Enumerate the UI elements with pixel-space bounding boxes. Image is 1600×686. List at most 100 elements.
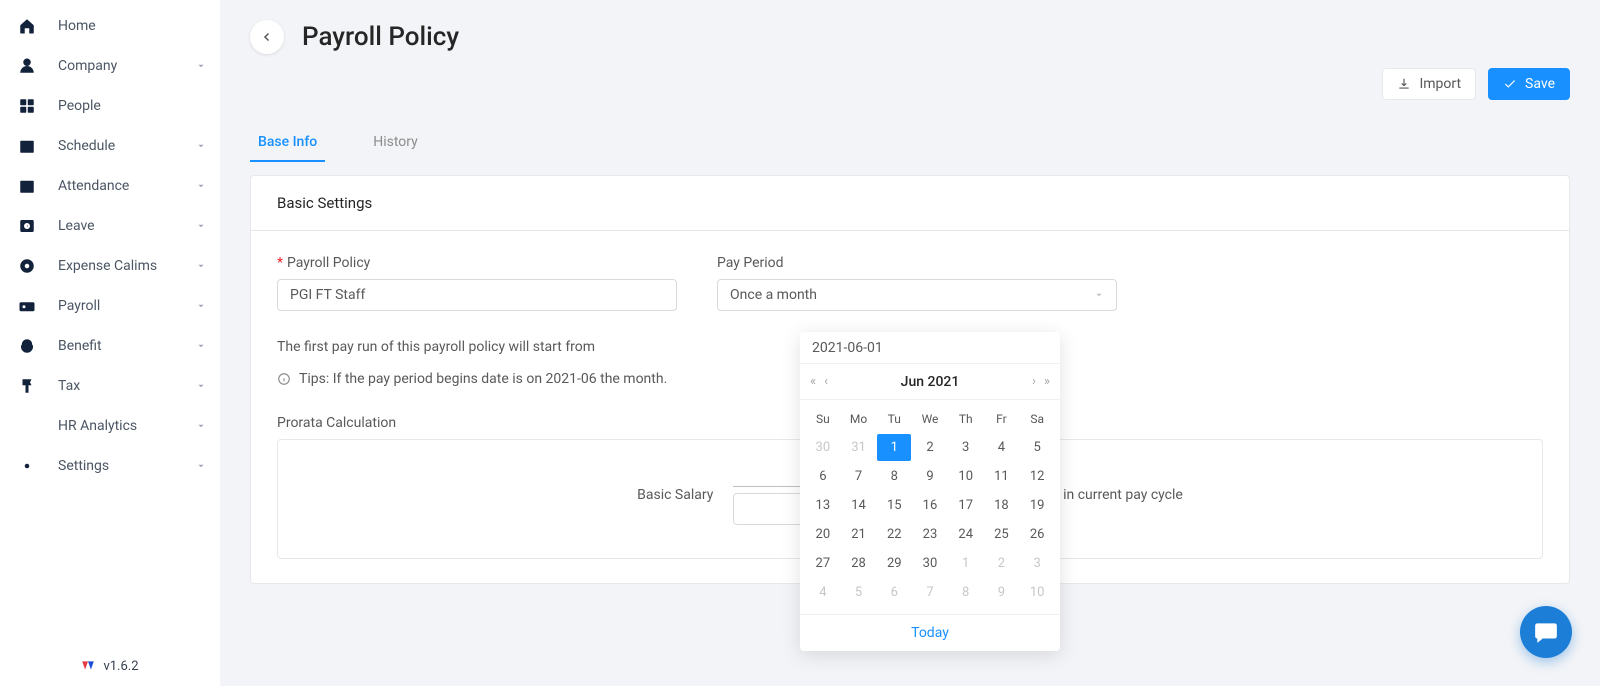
dp-day[interactable]: 6 (806, 463, 840, 490)
page-title: Payroll Policy (302, 22, 459, 52)
dp-day[interactable]: 8 (877, 463, 911, 490)
expense-icon (18, 257, 36, 275)
sidebar-item-leave[interactable]: Leave (0, 206, 220, 246)
dp-today-link[interactable]: Today (911, 625, 949, 641)
dp-day[interactable]: 4 (985, 434, 1019, 461)
back-button[interactable] (250, 20, 284, 54)
dp-next-month[interactable]: › (1032, 374, 1036, 389)
dp-day[interactable]: 19 (1020, 492, 1054, 519)
sidebar-item-attendance[interactable]: Attendance (0, 166, 220, 206)
sidebar: Home Company People Schedule Attendance Leave… (0, 0, 220, 686)
dp-day[interactable]: 23 (913, 521, 947, 548)
dp-day[interactable]: 2 (913, 434, 947, 461)
dp-day[interactable]: 21 (842, 521, 876, 548)
dp-day[interactable]: 17 (949, 492, 983, 519)
dp-day[interactable]: 27 (806, 550, 840, 577)
sidebar-item-analytics[interactable]: HR Analytics (0, 406, 220, 446)
dp-day[interactable]: 26 (1020, 521, 1054, 548)
main-content: Payroll Policy Import Save Base Info His… (220, 0, 1600, 686)
dp-day[interactable]: 5 (842, 579, 876, 606)
tab-history[interactable]: History (365, 124, 426, 162)
sidebar-item-label: Leave (58, 218, 95, 234)
chevron-down-icon (196, 221, 206, 231)
version-footer: v1.6.2 (0, 646, 220, 686)
dp-dow: Fr (985, 406, 1019, 432)
dp-day[interactable]: 16 (913, 492, 947, 519)
dp-day[interactable]: 30 (913, 550, 947, 577)
dp-day[interactable]: 11 (985, 463, 1019, 490)
dp-day[interactable]: 8 (949, 579, 983, 606)
sidebar-item-label: Tax (58, 378, 80, 394)
dp-day[interactable]: 25 (985, 521, 1019, 548)
dp-day[interactable]: 1 (877, 434, 911, 461)
dp-day[interactable]: 13 (806, 492, 840, 519)
policy-label: *Payroll Policy (277, 255, 677, 271)
dp-day[interactable]: 29 (877, 550, 911, 577)
tabs: Base Info History (220, 124, 1600, 163)
chat-fab[interactable] (1520, 606, 1572, 658)
save-label: Save (1525, 76, 1555, 92)
sidebar-item-expense[interactable]: Expense Calims (0, 246, 220, 286)
chevron-down-icon (196, 341, 206, 351)
analytics-icon (18, 417, 36, 435)
dp-month-label[interactable]: Jun 2021 (901, 374, 960, 390)
info-icon (277, 372, 291, 386)
company-icon (18, 57, 36, 75)
dp-next-year[interactable]: » (1044, 374, 1050, 389)
sidebar-item-label: Company (58, 58, 117, 74)
sidebar-item-home[interactable]: Home (0, 6, 220, 46)
dp-prev-year[interactable]: « (810, 374, 816, 389)
dp-day[interactable]: 18 (985, 492, 1019, 519)
dp-day[interactable]: 6 (877, 579, 911, 606)
chevron-down-icon (196, 261, 206, 271)
sidebar-item-company[interactable]: Company (0, 46, 220, 86)
sidebar-item-benefit[interactable]: Benefit (0, 326, 220, 366)
dp-dow: Tu (877, 406, 911, 432)
dp-dow: Su (806, 406, 840, 432)
people-icon (18, 97, 36, 115)
sidebar-item-schedule[interactable]: Schedule (0, 126, 220, 166)
sidebar-item-payroll[interactable]: Payroll (0, 286, 220, 326)
save-button[interactable]: Save (1488, 68, 1570, 100)
dp-dow: Mo (842, 406, 876, 432)
pay-period-select[interactable]: Once a month (717, 279, 1117, 311)
dp-day[interactable]: 12 (1020, 463, 1054, 490)
dp-day[interactable]: 15 (877, 492, 911, 519)
dp-day[interactable]: 22 (877, 521, 911, 548)
schedule-icon (18, 137, 36, 155)
sidebar-item-people[interactable]: People (0, 86, 220, 126)
dp-day[interactable]: 7 (842, 463, 876, 490)
dp-day[interactable]: 14 (842, 492, 876, 519)
dp-day[interactable]: 10 (1020, 579, 1054, 606)
dp-day[interactable]: 5 (1020, 434, 1054, 461)
dp-day[interactable]: 1 (949, 550, 983, 577)
sidebar-item-tax[interactable]: Tax (0, 366, 220, 406)
datepicker-input[interactable]: 2021-06-01 (800, 332, 1060, 364)
dp-day[interactable]: 9 (913, 463, 947, 490)
dp-day[interactable]: 9 (985, 579, 1019, 606)
dp-day[interactable]: 10 (949, 463, 983, 490)
chevron-down-icon (196, 381, 206, 391)
dp-dow: We (913, 406, 947, 432)
dp-day[interactable]: 30 (806, 434, 840, 461)
sidebar-item-label: People (58, 98, 101, 114)
dp-day[interactable]: 2 (985, 550, 1019, 577)
dp-day[interactable]: 28 (842, 550, 876, 577)
dp-day[interactable]: 4 (806, 579, 840, 606)
dp-day[interactable]: 31 (842, 434, 876, 461)
sidebar-item-label: Payroll (58, 298, 100, 314)
import-label: Import (1419, 76, 1461, 92)
dp-day[interactable]: 20 (806, 521, 840, 548)
dp-day[interactable]: 3 (1020, 550, 1054, 577)
leave-icon (18, 217, 36, 235)
chevron-down-icon (196, 181, 206, 191)
sidebar-item-label: Attendance (58, 178, 129, 194)
dp-day[interactable]: 3 (949, 434, 983, 461)
tab-base-info[interactable]: Base Info (250, 124, 325, 162)
dp-prev-month[interactable]: ‹ (824, 374, 828, 389)
dp-day[interactable]: 24 (949, 521, 983, 548)
dp-day[interactable]: 7 (913, 579, 947, 606)
import-button[interactable]: Import (1382, 68, 1476, 100)
policy-input[interactable] (277, 279, 677, 311)
sidebar-item-settings[interactable]: Settings (0, 446, 220, 486)
